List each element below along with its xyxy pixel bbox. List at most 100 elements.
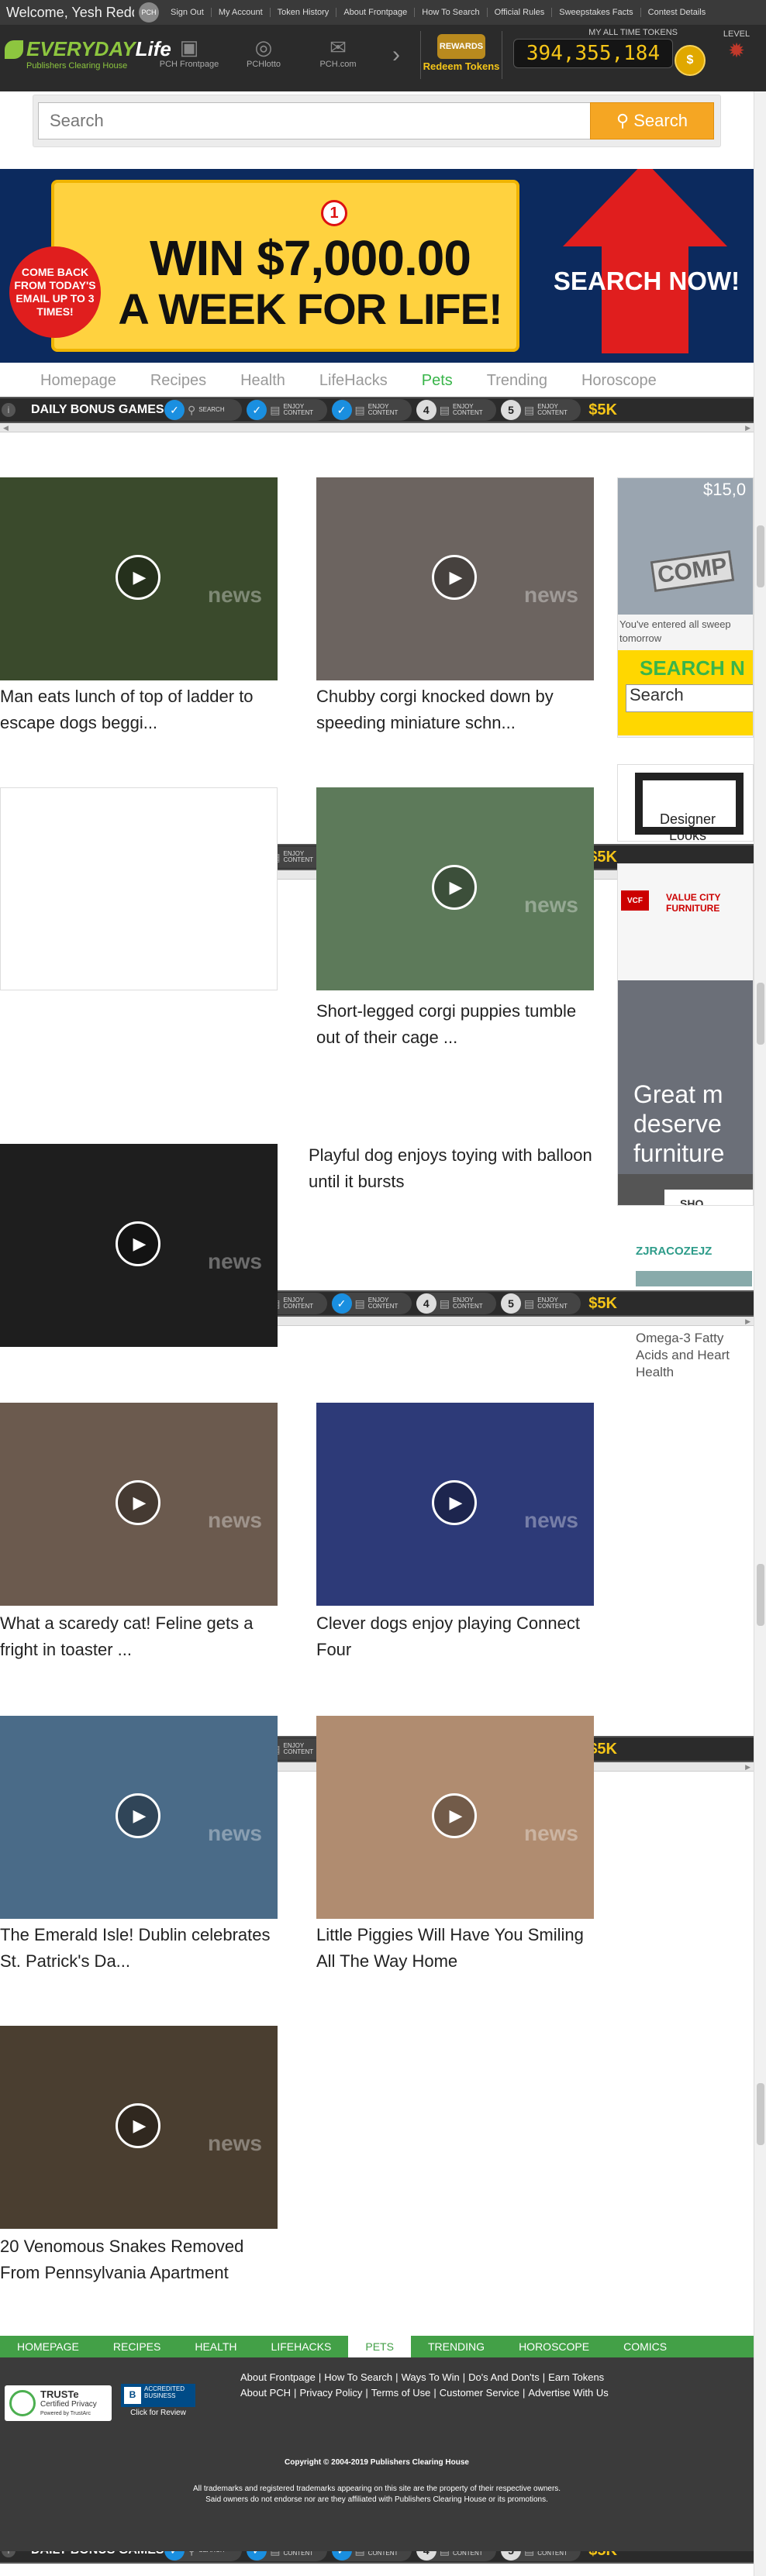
video-thumbnail[interactable]: ▶ news <box>0 1403 278 1606</box>
video-title[interactable]: What a scaredy cat! Feline gets a fright… <box>0 1610 287 1663</box>
bonus-task[interactable]: 5▤ENJOY CONTENT <box>500 1293 581 1314</box>
site-pch-com[interactable]: ✉ PCH.com <box>301 36 375 69</box>
site-pch-frontpage[interactable]: ▣ PCH Frontpage <box>152 36 226 69</box>
video-title[interactable]: Man eats lunch of top of ladder to escap… <box>0 684 287 736</box>
scroll-right-icon[interactable]: ▶ <box>745 1763 750 1772</box>
page-scrollbar[interactable] <box>754 91 766 2576</box>
play-icon[interactable]: ▶ <box>432 1480 477 1525</box>
nav-recipes[interactable]: Recipes <box>150 372 206 398</box>
search-input[interactable] <box>38 102 593 139</box>
nav-horoscope[interactable]: Horoscope <box>581 372 657 398</box>
play-icon[interactable]: ▶ <box>116 1480 160 1525</box>
play-icon[interactable]: ▶ <box>116 1793 160 1838</box>
level-indicator[interactable]: LEVEL ✹ <box>716 29 757 63</box>
footer-link-dos-donts[interactable]: Do's And Don'ts <box>465 2371 543 2383</box>
video-thumbnail[interactable]: ▶ news <box>0 477 278 680</box>
search-button[interactable]: ⚲ Search <box>590 102 714 139</box>
video-thumbnail[interactable]: ▶ news <box>0 1144 278 1347</box>
footer-nav-recipes[interactable]: RECIPES <box>96 2340 178 2353</box>
play-icon[interactable]: ▶ <box>116 555 160 600</box>
scrollbar-thumb[interactable] <box>757 2083 764 2145</box>
rail-ad-sweepstakes[interactable]: $15,0 COMP You've entered all sweep tomo… <box>617 477 754 738</box>
footer-link-customer-service[interactable]: Customer Service <box>436 2387 523 2399</box>
scroll-right-icon[interactable]: ▶ <box>745 1317 750 1326</box>
nav-homepage[interactable]: Homepage <box>40 372 116 398</box>
link-about-frontpage[interactable]: About Frontpage <box>336 8 416 17</box>
footer-nav-health[interactable]: HEALTH <box>178 2340 254 2353</box>
bonus-bar-scrollbar[interactable]: ◀▶ <box>0 423 754 432</box>
footer-nav-comics[interactable]: COMICS <box>606 2340 684 2353</box>
footer-nav-lifehacks[interactable]: LIFEHACKS <box>254 2340 349 2353</box>
footer-link-earn-tokens[interactable]: Earn Tokens <box>545 2371 607 2383</box>
chevron-right-icon[interactable]: › <box>392 42 400 68</box>
bonus-task[interactable]: ✓▤ENJOY CONTENT <box>331 1293 412 1314</box>
video-thumbnail[interactable]: ▶ news <box>316 1403 594 1606</box>
rewards-button[interactable]: REWARDS Redeem Tokens <box>420 31 502 79</box>
scroll-left-icon[interactable]: ◀ <box>3 424 9 432</box>
link-sign-out[interactable]: Sign Out <box>164 8 212 17</box>
footer-link-about-pch[interactable]: About PCH <box>237 2387 294 2399</box>
footer-nav-horoscope[interactable]: HOROSCOPE <box>502 2340 606 2353</box>
rail-ad-headline[interactable]: Omega-3 Fatty Acids and Heart Health <box>636 1330 749 1381</box>
video-thumbnail[interactable]: ▶ news <box>316 1716 594 1919</box>
avatar[interactable]: PCH <box>139 2 159 22</box>
link-official-rules[interactable]: Official Rules <box>488 8 553 17</box>
play-icon[interactable]: ▶ <box>116 2103 160 2148</box>
link-contest-details[interactable]: Contest Details <box>641 8 713 17</box>
bonus-task[interactable]: 4▤ENJOY CONTENT <box>416 1293 496 1314</box>
footer-link-terms-of-use[interactable]: Terms of Use <box>368 2387 434 2399</box>
footer-link-how-to-search[interactable]: How To Search <box>321 2371 395 2383</box>
link-my-account[interactable]: My Account <box>212 8 271 17</box>
footer-nav-homepage[interactable]: HOMEPAGE <box>0 2340 96 2353</box>
footer-link-ways-to-win[interactable]: Ways To Win <box>399 2371 463 2383</box>
video-title[interactable]: The Emerald Isle! Dublin celebrates St. … <box>0 1922 287 1975</box>
video-title[interactable]: Clever dogs enjoy playing Connect Four <box>316 1610 603 1663</box>
site-pchlotto[interactable]: ◎ PCHlotto <box>226 36 301 69</box>
video-thumbnail[interactable]: ▶ news <box>316 787 594 990</box>
play-icon[interactable]: ▶ <box>432 555 477 600</box>
footer-nav-trending[interactable]: TRENDING <box>411 2340 502 2353</box>
video-title[interactable]: Little Piggies Will Have You Smiling All… <box>316 1922 603 1975</box>
bonus-task[interactable]: ✓▤ENJOY CONTENT <box>331 399 412 421</box>
video-title[interactable]: Short-legged corgi puppies tumble out of… <box>316 998 603 1051</box>
link-sweepstakes-facts[interactable]: Sweepstakes Facts <box>552 8 641 17</box>
nav-health[interactable]: Health <box>240 372 285 398</box>
video-title[interactable]: Playful dog enjoys toying with balloon u… <box>309 1142 595 1195</box>
truste-seal[interactable]: TRUSTe Certified Privacy Powered by Trus… <box>5 2385 112 2421</box>
nav-lifehacks[interactable]: LifeHacks <box>319 372 388 398</box>
video-title[interactable]: 20 Venomous Snakes Removed From Pennsylv… <box>0 2233 287 2286</box>
play-icon[interactable]: ▶ <box>432 865 477 910</box>
nav-pets[interactable]: Pets <box>422 372 453 398</box>
bonus-task[interactable]: ✓⚲SEARCH <box>164 399 243 421</box>
ad-search-field[interactable]: Search <box>626 684 753 712</box>
footer-link-about-frontpage[interactable]: About Frontpage <box>237 2371 319 2383</box>
footer-link-privacy-policy[interactable]: Privacy Policy <box>296 2387 365 2399</box>
ad-shop-button[interactable]: SHO <box>664 1190 753 1205</box>
rail-ad-brand[interactable]: ZJRACOZEJZ <box>636 1245 712 1258</box>
promo-banner[interactable]: 1 WIN $7,000.00 A WEEK FOR LIFE! COME BA… <box>0 169 754 363</box>
scrollbar-thumb[interactable] <box>757 983 764 1045</box>
rail-ad-designer[interactable]: Designer Looks <box>617 764 754 842</box>
scroll-right-icon[interactable]: ▶ <box>745 424 750 432</box>
video-thumbnail[interactable]: ▶ news <box>316 477 594 680</box>
link-how-to-search[interactable]: How To Search <box>415 8 488 17</box>
video-thumbnail[interactable] <box>0 787 278 990</box>
video-title[interactable]: Chubby corgi knocked down by speeding mi… <box>316 684 603 736</box>
bbb-seal[interactable]: B ACCREDITED BUSINESS Click for Review <box>121 2384 195 2423</box>
scrollbar-thumb[interactable] <box>757 1564 764 1626</box>
footer-nav-pets[interactable]: PETS <box>348 2336 411 2357</box>
footer-link-advertise[interactable]: Advertise With Us <box>525 2387 611 2399</box>
link-token-history[interactable]: Token History <box>271 8 337 17</box>
video-thumbnail[interactable]: ▶ news <box>0 2026 278 2229</box>
bonus-task[interactable]: 5▤ENJOY CONTENT <box>500 399 581 421</box>
search-now-cta[interactable]: SEARCH NOW! <box>546 267 747 296</box>
bonus-task[interactable]: ✓▤ENJOY CONTENT <box>247 399 327 421</box>
daily-bonus-bar[interactable]: iDAILY BONUS GAMES✓⚲SEARCH✓▤ENJOY CONTEN… <box>0 397 754 423</box>
rail-ad-furniture[interactable]: VCF VALUE CITY FURNITURE Great m deserve… <box>617 863 754 1206</box>
everyday-life-logo[interactable]: EVERYDAYLife Publishers Clearing House <box>5 37 171 71</box>
play-icon[interactable]: ▶ <box>116 1221 160 1266</box>
video-thumbnail[interactable]: ▶ news <box>0 1716 278 1919</box>
info-icon[interactable]: i <box>2 403 16 417</box>
play-icon[interactable]: ▶ <box>432 1793 477 1838</box>
nav-trending[interactable]: Trending <box>487 372 547 398</box>
